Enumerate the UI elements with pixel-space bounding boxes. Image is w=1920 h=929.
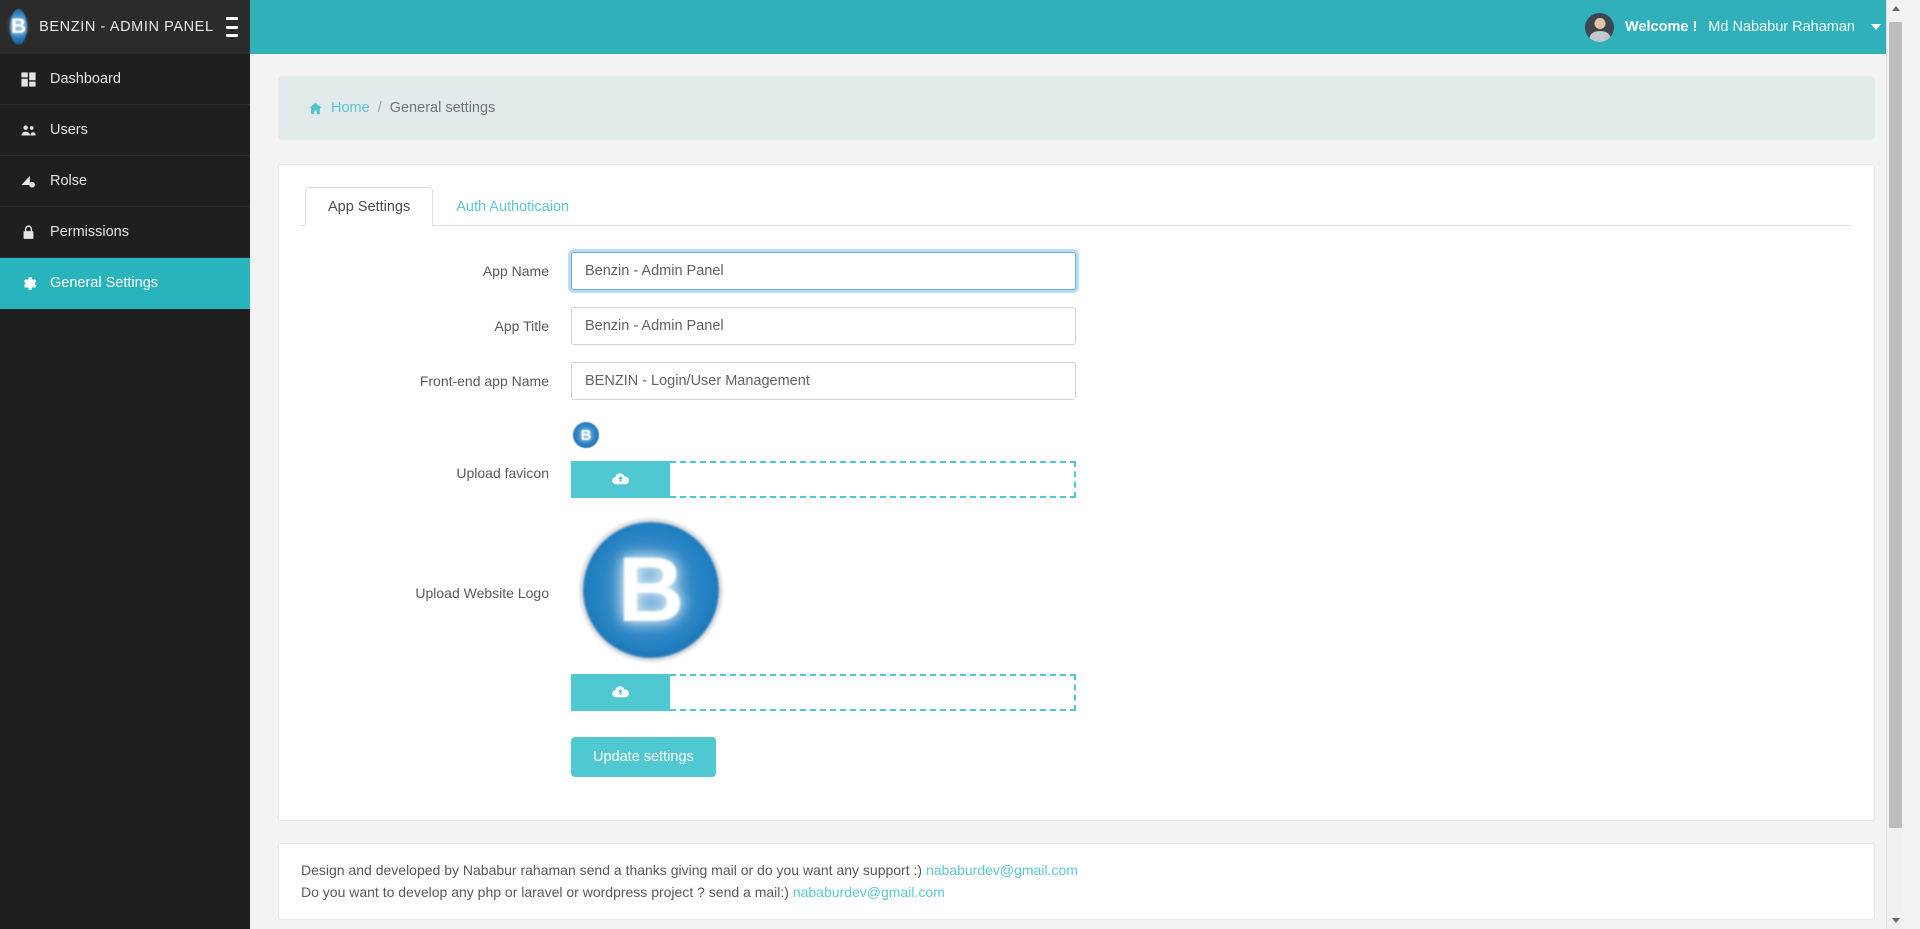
breadcrumb-current: General settings xyxy=(389,100,496,116)
sidebar-item-permissions[interactable]: Permissions xyxy=(0,207,250,258)
cloud-upload-icon xyxy=(612,686,629,698)
scrollbar-up-arrow[interactable] xyxy=(1887,0,1904,17)
sidebar: B BENZIN - ADMIN PANEL Dashboard Users R… xyxy=(0,0,250,929)
chevron-down-icon[interactable] xyxy=(1871,24,1881,30)
welcome-label: Welcome ! xyxy=(1625,19,1698,35)
upload-logo-label: Upload Website Logo xyxy=(415,585,549,601)
user-menu[interactable]: Welcome ! Md Nababur Rahaman xyxy=(1585,12,1881,42)
frontend-app-name-label: Front-end app Name xyxy=(419,373,549,389)
app-name-input[interactable] xyxy=(571,252,1076,290)
dashboard-icon xyxy=(18,69,38,89)
breadcrumb-separator: / xyxy=(377,100,382,116)
scrollbar-thumb[interactable] xyxy=(1889,22,1902,828)
sidebar-item-label: Dashboard xyxy=(50,71,121,87)
gear-icon xyxy=(18,273,38,293)
admin-panel-app: B BENZIN - ADMIN PANEL Dashboard Users R… xyxy=(0,0,1903,929)
hamburger-bar xyxy=(225,17,238,20)
app-settings-form: App Name App Title Front-end app Name Up… xyxy=(301,226,1852,777)
form-row-app-title: App Title xyxy=(301,307,1852,345)
page-footer: Design and developed by Nababur rahaman … xyxy=(278,843,1875,921)
app-title-input[interactable] xyxy=(571,307,1076,345)
tab-app-settings[interactable]: App Settings xyxy=(305,187,434,226)
upload-favicon-label: Upload favicon xyxy=(456,465,549,481)
lock-icon xyxy=(18,222,38,242)
sidebar-brand: B BENZIN - ADMIN PANEL xyxy=(0,0,250,54)
sidebar-item-users[interactable]: Users xyxy=(0,105,250,156)
footer-text-1: Design and developed by Nababur rahaman … xyxy=(301,862,926,878)
cloud-upload-icon xyxy=(612,473,629,485)
form-row-submit: Update settings xyxy=(301,737,1852,777)
users-icon xyxy=(18,120,38,140)
hamburger-bar xyxy=(225,25,238,29)
avatar xyxy=(1585,12,1615,42)
favicon-upload-group: B xyxy=(571,422,1076,498)
update-settings-button[interactable]: Update settings xyxy=(571,737,716,777)
form-row-upload-logo: Upload Website Logo B xyxy=(301,522,1852,711)
sidebar-item-label: General Settings xyxy=(50,275,159,291)
top-header: Welcome ! Md Nababur Rahaman xyxy=(250,0,1903,54)
frontend-app-name-input[interactable] xyxy=(571,362,1076,400)
sidebar-item-label: Rolse xyxy=(50,173,88,189)
brand-logo-icon: B xyxy=(10,9,28,45)
scrollbar-down-arrow[interactable] xyxy=(1887,912,1904,929)
footer-line-1: Design and developed by Nababur rahaman … xyxy=(301,860,1852,882)
sidebar-nav: Dashboard Users Rolse Permissions Genera… xyxy=(0,54,250,309)
footer-text-2: Do you want to develop any php or larave… xyxy=(301,883,793,900)
favicon-uploader xyxy=(571,461,1076,498)
rolse-icon xyxy=(18,171,38,191)
logo-dropzone[interactable] xyxy=(670,674,1076,711)
hamburger-bar xyxy=(225,34,238,37)
sidebar-item-label: Users xyxy=(50,122,88,138)
favicon-preview: B xyxy=(573,422,599,448)
app-name-label: App Name xyxy=(482,263,549,279)
logo-upload-button[interactable] xyxy=(571,674,670,711)
settings-tabs: App Settings Auth Authoticaion xyxy=(301,187,1852,226)
brand-title: BENZIN - ADMIN PANEL xyxy=(39,19,214,35)
page-content: Home / General settings App Settings Aut… xyxy=(250,54,1903,929)
sidebar-item-dashboard[interactable]: Dashboard xyxy=(0,54,250,105)
footer-email-link-1[interactable]: nababurdev@gmail.com xyxy=(926,862,1078,878)
settings-card: App Settings Auth Authoticaion App Name … xyxy=(278,164,1875,821)
form-row-app-name: App Name xyxy=(301,252,1852,290)
breadcrumb-home-link[interactable]: Home xyxy=(331,100,370,116)
home-icon xyxy=(309,102,322,114)
favicon-dropzone[interactable] xyxy=(670,461,1076,498)
sidebar-item-rolse[interactable]: Rolse xyxy=(0,156,250,207)
sidebar-item-general-settings[interactable]: General Settings xyxy=(0,258,250,309)
logo-preview: B xyxy=(583,522,719,658)
page-scrollbar[interactable] xyxy=(1886,0,1903,929)
logo-upload-group: B xyxy=(571,522,1076,711)
breadcrumb: Home / General settings xyxy=(278,76,1875,140)
logo-uploader xyxy=(571,674,1076,711)
footer-line-2: Do you want to develop any php or larave… xyxy=(301,882,1852,904)
main-area: Welcome ! Md Nababur Rahaman Home / Gene… xyxy=(250,0,1903,929)
app-title-label: App Title xyxy=(494,318,549,334)
tab-auth-authoticaion[interactable]: Auth Authoticaion xyxy=(433,187,592,226)
user-name: Md Nababur Rahaman xyxy=(1708,19,1855,35)
sidebar-item-label: Permissions xyxy=(50,224,129,240)
form-row-frontend-app-name: Front-end app Name xyxy=(301,362,1852,400)
hamburger-menu-icon[interactable] xyxy=(225,17,238,37)
favicon-upload-button[interactable] xyxy=(571,461,670,498)
footer-email-link-2[interactable]: nababurdev@gmail.com xyxy=(793,884,945,900)
form-row-upload-favicon: Upload favicon B xyxy=(301,422,1852,498)
